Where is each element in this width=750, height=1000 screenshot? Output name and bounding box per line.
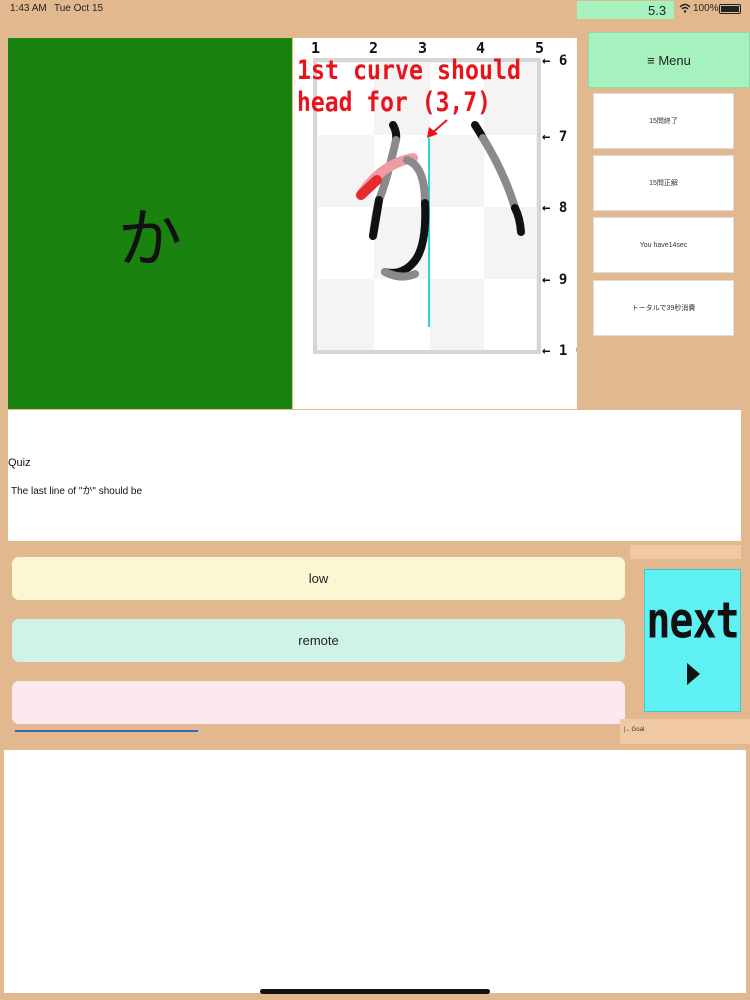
quiz-label: Quiz xyxy=(8,457,31,469)
kana-character: か xyxy=(118,203,182,277)
info-card-total-time: トータルで39秒消費 xyxy=(593,280,734,336)
status-number: 5.3 xyxy=(648,3,667,18)
battery-percent: 100% xyxy=(693,3,719,14)
next-label: next xyxy=(646,592,739,650)
quiz-panel: Quiz The last line of "か" should be xyxy=(8,410,741,541)
row-label: ← 9 xyxy=(542,272,567,288)
kana-panel: か xyxy=(8,38,292,409)
hint-text: 1st curve should xyxy=(297,55,521,86)
goal-marker: |←Goal xyxy=(620,719,750,744)
goal-label: |←Goal xyxy=(624,727,645,733)
info-card-finished: 15問終了 xyxy=(593,93,734,149)
status-time: 1:43 AM xyxy=(10,3,47,14)
row-label: ← 1 0 xyxy=(542,343,577,359)
progress-bar xyxy=(15,730,198,732)
stroke-diagram: 1 2 3 4 5 ← 6 ← 7 ← 8 ← 9 ← 1 0 1st c xyxy=(293,38,577,409)
info-card-correct: 15問正解 xyxy=(593,155,734,211)
answer-option-3[interactable] xyxy=(12,681,625,724)
next-button[interactable]: next xyxy=(644,569,741,712)
quiz-question: The last line of "か" should be xyxy=(11,486,143,497)
answer-option-1[interactable]: low xyxy=(12,557,625,600)
info-card-time-left: You have14sec xyxy=(593,217,734,273)
play-arrow-icon xyxy=(687,663,700,685)
hint-text: head for (3,7) xyxy=(297,87,491,118)
menu-button[interactable]: ≡ Menu xyxy=(588,32,750,88)
row-label: ← 7 xyxy=(542,129,567,145)
next-tab xyxy=(630,545,741,559)
drawing-area[interactable] xyxy=(4,750,746,993)
home-indicator[interactable] xyxy=(260,989,490,994)
row-label: ← 8 xyxy=(542,200,567,216)
row-label: ← 6 xyxy=(542,53,567,69)
wifi-icon xyxy=(679,3,691,16)
stroke-gray xyxy=(381,268,419,281)
status-date: Tue Oct 15 xyxy=(54,3,104,14)
battery-icon xyxy=(719,4,741,14)
answer-option-2[interactable]: remote xyxy=(12,619,625,662)
